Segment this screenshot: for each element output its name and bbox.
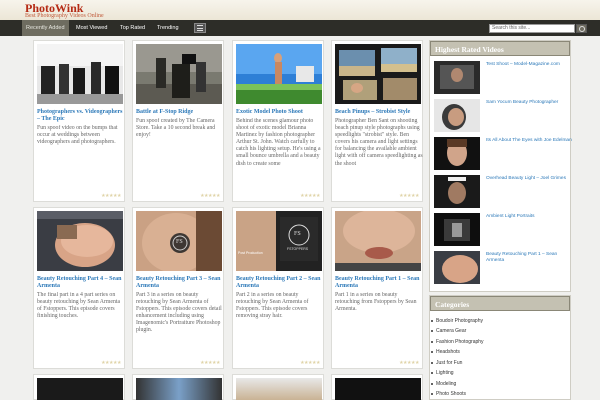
- category-link[interactable]: Photo Shoots: [430, 391, 466, 397]
- nav-most-viewed[interactable]: Most Viewed: [72, 20, 111, 36]
- nav-top-rated[interactable]: Top Rated: [116, 20, 149, 36]
- video-link[interactable]: Test Shoot – Model-Magazine.com: [486, 62, 572, 68]
- post-thumbnail[interactable]: FS FSTOPPERS Post Production: [236, 211, 322, 271]
- post-thumbnail[interactable]: FS: [136, 211, 222, 271]
- post-title[interactable]: Exotic Model Photo Shoot: [236, 109, 324, 116]
- post-excerpt: Behind the scenes glamour photo shoot of…: [236, 118, 321, 167]
- post-title[interactable]: Battle at F-Stop Ridge: [136, 109, 224, 116]
- site-tagline: Best Photography Videos Online: [25, 13, 104, 19]
- post-title[interactable]: Beach Pinups – Strobist Style: [335, 109, 423, 116]
- post-excerpt: Part 2 in a series on beauty retouching …: [236, 292, 309, 320]
- highest-rated-heading: Highest Rated Videos: [430, 41, 570, 56]
- video-thumbnail[interactable]: [434, 175, 480, 208]
- post-title[interactable]: Beauty Retouching Part 2 – Sean Armenta: [236, 276, 324, 290]
- fstoppers-logo: FS: [176, 239, 183, 245]
- post-thumbnail[interactable]: [236, 378, 322, 400]
- post-excerpt: Part 3 in a series on beauty retouching …: [136, 292, 222, 334]
- category-link[interactable]: Modeling: [430, 381, 456, 387]
- post-excerpt: Fun spoof created by The Camera Store. T…: [136, 118, 216, 139]
- category-link[interactable]: Boudoir Photography: [431, 318, 483, 324]
- video-thumbnail[interactable]: [434, 99, 480, 132]
- rating-stars[interactable]: ★★★★★: [399, 193, 419, 199]
- categories-heading: Categories: [430, 296, 570, 311]
- post-excerpt: Photographer Ben Sant on shooting beach …: [335, 118, 423, 167]
- video-thumbnail[interactable]: [434, 61, 480, 94]
- highest-rated-item[interactable]: Beauty Retouching Part 1 – Sean Armenta: [434, 251, 568, 285]
- post-title[interactable]: Beauty Retouching Part 1 – Sean Armenta: [335, 276, 423, 290]
- nav-recently-added[interactable]: Recently Added: [22, 20, 69, 36]
- menu-icon[interactable]: [194, 23, 206, 33]
- fstoppers-logo: FS: [294, 231, 301, 237]
- video-thumbnail[interactable]: [434, 137, 480, 170]
- post-card[interactable]: FS FSTOPPERS Post Production Beauty Reto…: [232, 207, 324, 369]
- highest-rated-item[interactable]: Overhead Beauty Light – Joel Grimes: [434, 175, 568, 209]
- post-title[interactable]: Beauty Retouching Part 4 – Sean Armenta: [37, 276, 125, 290]
- rating-stars[interactable]: ★★★★★: [101, 360, 121, 366]
- post-card[interactable]: FS Beauty Retouching Part 3 – Sean Armen…: [132, 207, 224, 369]
- categories-widget: Categories Boudoir Photography Camera Ge…: [429, 295, 571, 400]
- search-icon[interactable]: [576, 24, 587, 33]
- post-excerpt: Fun spoof video on the bumps that occur …: [37, 125, 118, 146]
- highest-rated-item[interactable]: Ambient Light Portraits: [434, 213, 568, 247]
- site-header: PhotoWink Best Photography Videos Online: [0, 0, 600, 20]
- video-link[interactable]: Ambient Light Portraits: [486, 214, 572, 220]
- rating-stars[interactable]: ★★★★★: [300, 360, 320, 366]
- rating-stars[interactable]: ★★★★★: [300, 193, 320, 199]
- post-thumbnail[interactable]: [37, 211, 123, 271]
- video-link[interactable]: Sam Yocum Beauty Photographer: [486, 100, 572, 106]
- search-input[interactable]: Search this site...: [489, 24, 575, 33]
- video-link[interactable]: Its All About The Eyes with Joe Edelman: [486, 138, 572, 144]
- category-link[interactable]: Headshots: [431, 349, 460, 355]
- nav-trending[interactable]: Trending: [153, 20, 183, 36]
- post-card[interactable]: Exotic Model Photo Shoot Behind the scen…: [232, 40, 324, 202]
- post-card[interactable]: Beauty Retouching Part 4 – Sean Armenta …: [33, 207, 125, 369]
- highest-rated-item[interactable]: Test Shoot – Model-Magazine.com: [434, 61, 568, 95]
- post-card[interactable]: Beauty Retouching Part 1 – Sean Armenta …: [331, 207, 423, 369]
- rating-stars[interactable]: ★★★★★: [200, 360, 220, 366]
- post-card[interactable]: Photographers vs. Videographers – The Ep…: [33, 40, 125, 202]
- rating-stars[interactable]: ★★★★★: [200, 193, 220, 199]
- category-link[interactable]: Lighting: [431, 370, 454, 376]
- post-card[interactable]: [232, 374, 324, 400]
- post-production-caption: Post Production: [238, 251, 263, 255]
- post-thumbnail[interactable]: [236, 44, 322, 104]
- video-link[interactable]: Beauty Retouching Part 1 – Sean Armenta: [486, 252, 572, 264]
- category-link[interactable]: Fashion Photography: [431, 339, 484, 345]
- highest-rated-widget: Highest Rated Videos Test Shoot – Model-…: [429, 40, 572, 292]
- post-card[interactable]: Battle at F-Stop Ridge Fun spoof created…: [132, 40, 224, 202]
- video-link[interactable]: Overhead Beauty Light – Joel Grimes: [486, 176, 572, 182]
- post-card[interactable]: [33, 374, 125, 400]
- rating-stars[interactable]: ★★★★★: [101, 193, 121, 199]
- post-card[interactable]: [331, 374, 423, 400]
- post-thumbnail[interactable]: [335, 211, 421, 271]
- highest-rated-item[interactable]: Sam Yocum Beauty Photographer: [434, 99, 568, 133]
- fstoppers-caption: FSTOPPERS: [287, 247, 309, 251]
- category-link[interactable]: Just for Fun: [430, 360, 462, 366]
- post-title[interactable]: Beauty Retouching Part 3 – Sean Armenta: [136, 276, 224, 290]
- post-thumbnail[interactable]: [136, 44, 222, 104]
- post-thumbnail[interactable]: [335, 378, 421, 400]
- post-title[interactable]: Photographers vs. Videographers – The Ep…: [37, 109, 125, 123]
- video-thumbnail[interactable]: [434, 213, 480, 246]
- video-thumbnail[interactable]: [434, 251, 480, 284]
- category-link[interactable]: Camera Gear: [430, 328, 466, 334]
- rating-stars[interactable]: ★★★★★: [399, 360, 419, 366]
- post-thumbnail[interactable]: [136, 378, 222, 400]
- post-excerpt: The final part in a 4 part series on bea…: [37, 292, 121, 320]
- post-thumbnail[interactable]: [37, 44, 123, 104]
- post-excerpt: Part 1 in a series on beauty retouching …: [335, 292, 417, 313]
- post-card[interactable]: [132, 374, 224, 400]
- post-thumbnail[interactable]: [335, 44, 421, 104]
- post-card[interactable]: Beach Pinups – Strobist Style Photograph…: [331, 40, 423, 202]
- post-thumbnail[interactable]: [37, 378, 123, 400]
- highest-rated-item[interactable]: Its All About The Eyes with Joe Edelman: [434, 137, 572, 171]
